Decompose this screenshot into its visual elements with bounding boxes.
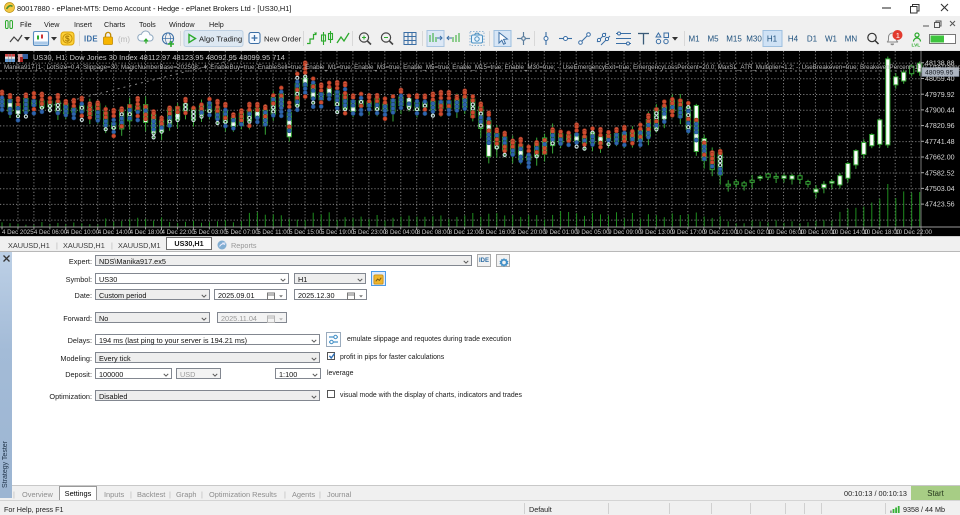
svg-text:8 Dec 04:00: 8 Dec 04:00 xyxy=(385,229,419,236)
svg-text:4 Dec 14:00: 4 Dec 14:00 xyxy=(98,229,132,236)
svg-text:9 Dec 01:00: 9 Dec 01:00 xyxy=(544,229,578,236)
svg-text:US30, H1: Dow Jones 30 Index: US30, H1: Dow Jones 30 Index 48112.97 48… xyxy=(33,53,285,62)
svg-text:4 Dec 2025: 4 Dec 2025 xyxy=(2,229,34,236)
svg-text:IDE: IDE xyxy=(84,34,98,43)
svg-text:9 Dec 21:00: 9 Dec 21:00 xyxy=(704,229,738,236)
svg-text:47423.56: 47423.56 xyxy=(925,201,955,209)
svg-text:M15: M15 xyxy=(726,34,742,43)
svg-text:9 Dec 05:00: 9 Dec 05:00 xyxy=(576,229,610,236)
svg-text:47900.44: 47900.44 xyxy=(925,107,955,115)
svg-text:4 Dec 18:00: 4 Dec 18:00 xyxy=(130,229,164,236)
svg-text:MN: MN xyxy=(845,34,858,43)
svg-text:8 Dec 20:00: 8 Dec 20:00 xyxy=(512,229,546,236)
svg-text:47820.96: 47820.96 xyxy=(925,122,955,130)
svg-text:8 Dec 12:00: 8 Dec 12:00 xyxy=(449,229,483,236)
svg-text:D1: D1 xyxy=(807,34,818,43)
svg-text:M30: M30 xyxy=(746,34,762,43)
svg-text:(m): (m) xyxy=(118,35,130,44)
svg-text:5 Dec 19:00: 5 Dec 19:00 xyxy=(321,229,355,236)
svg-text:$: $ xyxy=(65,33,70,43)
svg-text:LVL: LVL xyxy=(912,42,921,48)
svg-text:New Order: New Order xyxy=(264,34,302,43)
svg-text:8 Dec 16:00: 8 Dec 16:00 xyxy=(481,229,515,236)
svg-text:47503.04: 47503.04 xyxy=(925,185,955,193)
svg-text:4 Dec 10:00: 4 Dec 10:00 xyxy=(66,229,100,236)
svg-text:H4: H4 xyxy=(788,34,799,43)
svg-text:M1: M1 xyxy=(688,34,700,43)
svg-text:5 Dec 07:00: 5 Dec 07:00 xyxy=(225,229,259,236)
svg-text:47979.92: 47979.92 xyxy=(925,91,955,99)
svg-text:8 Dec 08:00: 8 Dec 08:00 xyxy=(417,229,451,236)
svg-text:Algo Trading: Algo Trading xyxy=(199,34,242,43)
svg-text:5 Dec 15:00: 5 Dec 15:00 xyxy=(289,229,323,236)
svg-text:47582.52: 47582.52 xyxy=(925,169,955,177)
svg-text:4 Dec 22:00: 4 Dec 22:00 xyxy=(162,229,196,236)
svg-text:9 Dec 13:00: 9 Dec 13:00 xyxy=(640,229,674,236)
svg-text:5 Dec 11:00: 5 Dec 11:00 xyxy=(257,229,290,236)
svg-text:47741.48: 47741.48 xyxy=(925,138,955,146)
svg-text:5 Dec 03:00: 5 Dec 03:00 xyxy=(193,229,227,236)
svg-text:Manika917 [1-; LotSize=0.4; Sl: Manika917 [1-; LotSize=0.4; Slippage=30;… xyxy=(4,64,960,71)
svg-text:9 Dec 17:00: 9 Dec 17:00 xyxy=(672,229,706,236)
svg-text:4 Dec 06:00: 4 Dec 06:00 xyxy=(34,229,68,236)
svg-text:47662.00: 47662.00 xyxy=(925,154,955,162)
svg-text:W1: W1 xyxy=(825,34,838,43)
svg-text:5 Dec 23:00: 5 Dec 23:00 xyxy=(353,229,387,236)
svg-text:10 Dec 22:00: 10 Dec 22:00 xyxy=(895,229,932,236)
svg-text:H1: H1 xyxy=(767,34,778,43)
svg-text:M5: M5 xyxy=(707,34,719,43)
svg-text:9 Dec 09:00: 9 Dec 09:00 xyxy=(608,229,642,236)
svg-text:1: 1 xyxy=(896,30,900,39)
